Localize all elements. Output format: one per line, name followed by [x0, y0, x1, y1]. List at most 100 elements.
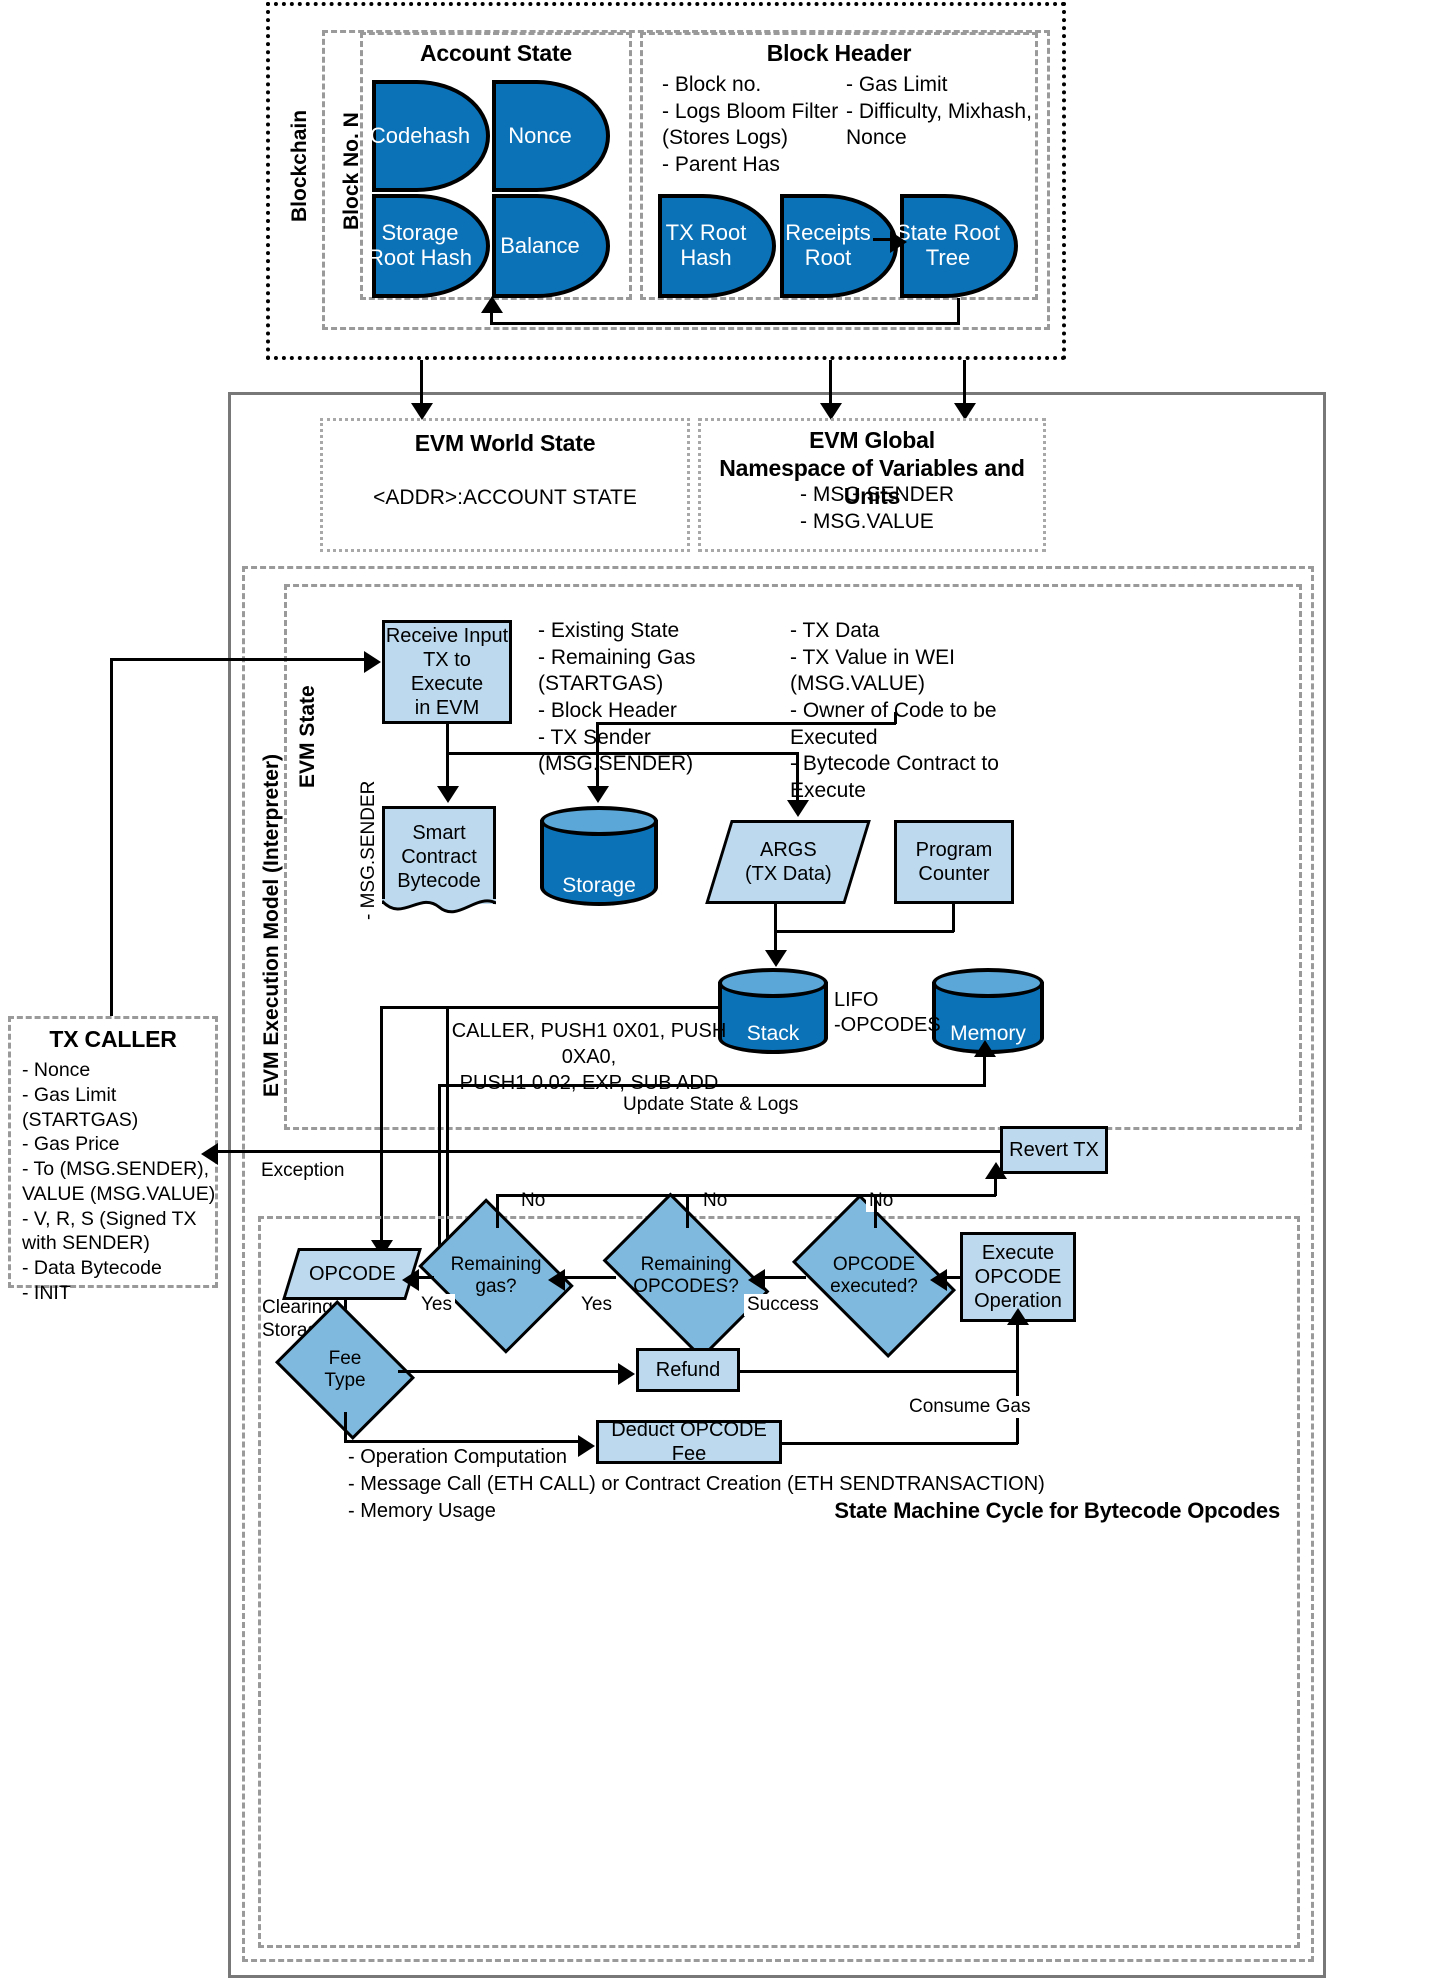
refund-box[interactable]: Refund [636, 1348, 740, 1392]
memory-label: Memory [950, 1022, 1026, 1045]
stack-cylinder[interactable]: Stack [718, 968, 828, 1054]
account-state-title: Account State [419, 40, 573, 66]
success-label: Success [744, 1294, 822, 1316]
args-box[interactable]: ARGS (TX Data) [705, 820, 871, 904]
stack-top [718, 968, 828, 998]
exception-h [216, 1150, 1066, 1153]
inputs-right-h [596, 722, 896, 725]
root-label: Receipts Root [785, 220, 871, 270]
txcaller-to-recv-arrow [364, 651, 381, 673]
to-revert-arrow [985, 1162, 1007, 1179]
account-field-label: Nonce [508, 122, 572, 148]
yes-label-gas: Yes [418, 1294, 455, 1316]
block-header-right-items: - Gas Limit - Difficulty, Mixhash, Nonce [846, 73, 1032, 150]
inputs-down-v [596, 722, 599, 754]
decision-opcode-executed[interactable]: OPCODE executed? [791, 1193, 957, 1359]
msg-sender-label: - MSG.SENDER [358, 780, 379, 920]
state-machine-frame [258, 1216, 1300, 1948]
receive-input-box[interactable]: Receive Input TX to Execute in EVM [382, 620, 512, 724]
storage-top [540, 806, 658, 836]
update-logs-h [438, 1084, 986, 1087]
evm-inputs-right: - TX Data - TX Value in WEI (MSG.VALUE) … [790, 619, 999, 802]
state-machine-footnotes: - Operation Computation - Message Call (… [348, 1446, 1045, 1522]
evm-world-state-content: <ADDR>:ACCOUNT STATE [373, 486, 637, 509]
update-state-logs-label: Update State & Logs [620, 1094, 802, 1116]
txcaller-to-recv-h [110, 658, 366, 661]
recv-to-bytecode-arrow [437, 786, 459, 803]
root-label: TX Root Hash [665, 220, 747, 270]
consume-gas-v [1016, 1322, 1019, 1444]
exec-to-executed-arrow [930, 1269, 947, 1291]
branch-storage-v [596, 752, 599, 786]
evm-architecture-diagram: Blockchain Block No. N Account State Cod… [0, 0, 1444, 1986]
block-header-left-items: - Block no. - Logs Bloom Filter (Stores … [662, 73, 839, 176]
fee-type-label: Fee Type [324, 1348, 366, 1391]
opcodes-to-gas-arrow [548, 1269, 565, 1291]
fee-to-refund-arrow [618, 1363, 635, 1385]
block-header-title: Block Header [766, 40, 912, 66]
storage-cylinder[interactable]: Storage [540, 806, 658, 906]
decision-label: Remaining gas? [450, 1254, 542, 1297]
no-join-to-revert-v [994, 1176, 997, 1196]
decision-label: OPCODE executed? [830, 1254, 918, 1297]
lifo-note: LIFO -OPCODES [834, 989, 941, 1036]
update-logs-right-v [983, 1054, 986, 1086]
consume-gas-label: Consume Gas [906, 1396, 1034, 1418]
memory-cylinder[interactable]: Memory [932, 968, 1044, 1054]
decision-label: Remaining OPCODES? [633, 1254, 739, 1297]
recv-to-bytecode-v [446, 724, 449, 786]
yes-label-opcodes: Yes [578, 1294, 615, 1316]
opcode-label: OPCODE [308, 1263, 396, 1285]
fee-to-deduct-h [344, 1440, 578, 1443]
branch-args-arrow [787, 800, 809, 817]
inputs-right-v [894, 712, 897, 724]
executed-to-opcodes-h [760, 1276, 806, 1279]
evm-state-label: EVM State [296, 685, 319, 789]
evm-global-items: - MSG.SENDER - MSG.VALUE [800, 483, 955, 533]
revert-tx-box[interactable]: Revert TX [1000, 1126, 1108, 1174]
pc-down-v [952, 904, 955, 932]
fee-to-deduct-v [344, 1412, 347, 1442]
gas-to-opcode-arrow [402, 1269, 419, 1291]
decision-remaining-opcodes[interactable]: Remaining OPCODES? [602, 1192, 770, 1360]
root-label: State Root Tree [896, 220, 1000, 270]
no-executed-v [874, 1194, 877, 1228]
exception-label: Exception [258, 1160, 348, 1182]
memory-top [932, 968, 1044, 998]
args-to-stack-arrow [765, 950, 787, 967]
args-to-stack-v [774, 904, 777, 950]
fee-to-refund-h [398, 1370, 620, 1373]
state-feedback-h [490, 322, 960, 325]
args-label: ARGS (TX Data) [744, 839, 832, 885]
account-field-label: Balance [500, 232, 580, 258]
program-counter-box[interactable]: Program Counter [894, 820, 1014, 904]
opcode-box[interactable]: OPCODE [282, 1248, 422, 1300]
no-opcodes-v [686, 1194, 689, 1228]
evm-world-state-title: EVM World State [414, 430, 596, 456]
tx-caller-title: TX CALLER [49, 1026, 177, 1052]
no-join-h [496, 1194, 996, 1197]
refund-to-consume-h [740, 1370, 1018, 1373]
bytecode-to-stack-h [380, 1006, 720, 1009]
blockchain-label: Blockchain [288, 109, 311, 223]
branch-args-v [796, 752, 799, 800]
fee-type-diamond[interactable]: Fee Type [274, 1299, 416, 1441]
smart-contract-bytecode-box[interactable]: Smart Contract Bytecode [382, 806, 496, 904]
stack-label: Stack [746, 1022, 800, 1045]
account-field-label: Storage Root Hash [368, 220, 472, 270]
interpreter-label: EVM Execution Model (Interpreter) [260, 753, 283, 1097]
consume-gas-arrow [1007, 1308, 1029, 1325]
tx-caller-items: - Nonce - Gas Limit (STARTGAS) - Gas Pri… [22, 1059, 216, 1304]
opcodes-to-gas-h [560, 1276, 616, 1279]
executed-to-opcodes-arrow [748, 1269, 765, 1291]
exception-arrow [201, 1143, 218, 1165]
bytecode-left-v [380, 1006, 383, 1246]
recv-branch-h [446, 752, 798, 755]
pc-to-stack-h [774, 930, 954, 933]
no-gas-v [496, 1194, 499, 1228]
bytecode-wave-bottom [382, 899, 496, 914]
storage-label: Storage [562, 874, 636, 897]
receipts-to-state-arrow [890, 231, 907, 253]
state-feedback-v [957, 298, 960, 324]
account-field-label: Codehash [369, 122, 471, 148]
